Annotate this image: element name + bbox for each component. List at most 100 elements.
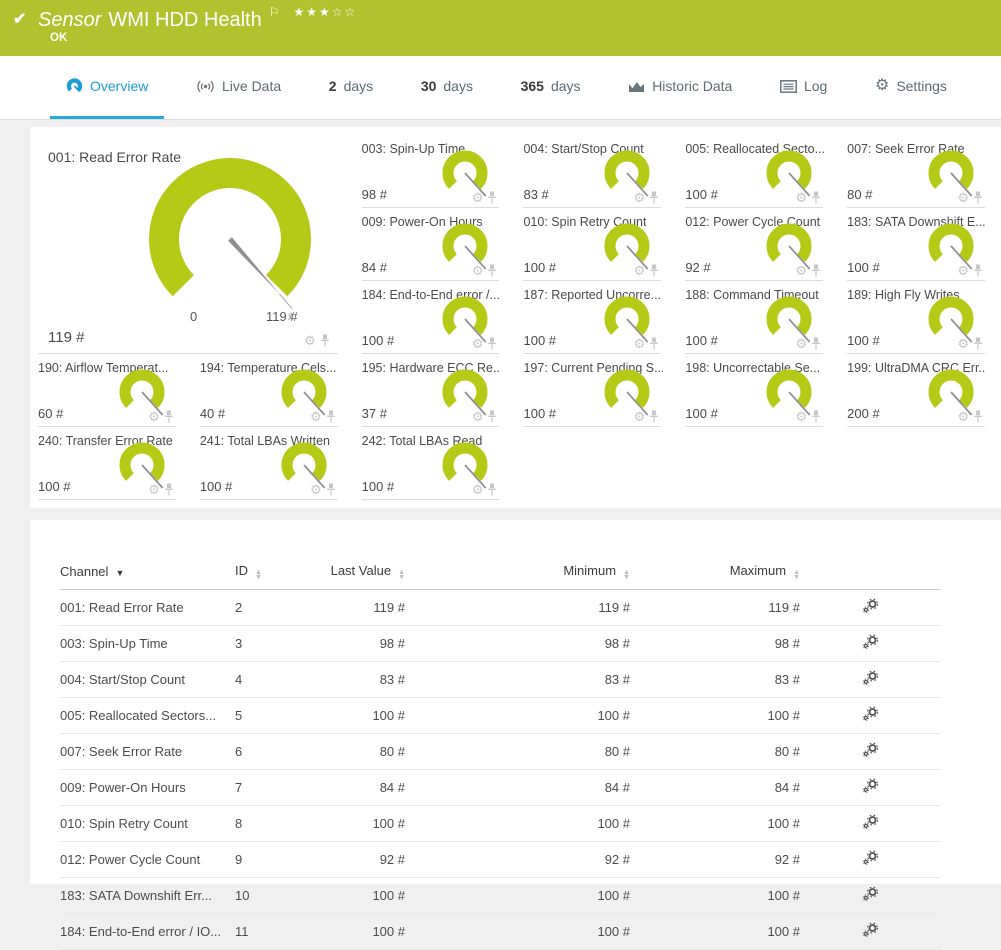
cell-id: 9 <box>235 842 300 878</box>
gear-icon[interactable]: ⚙ <box>957 191 969 204</box>
gauge-scale-max: 119 # <box>266 309 298 324</box>
cell-actions <box>800 734 941 770</box>
column-header-minimum[interactable]: Minimum▲▼ <box>405 558 630 590</box>
gauge-cell-primary: 001: Read Error Rate x̄ 0 119 # 119 # ⚙ <box>38 135 338 354</box>
cell-actions <box>800 698 941 734</box>
gauge-value: 60 # <box>38 406 63 421</box>
column-label: Minimum <box>563 563 616 578</box>
gauge-cell: 183: SATA Downshift E...100 #⚙ <box>847 208 985 281</box>
gear-icon[interactable]: ⚙ <box>310 410 322 423</box>
gear-icon[interactable]: ⚙ <box>310 483 322 496</box>
sensor-title-line: SensorWMI HDD Health⚐★★★☆☆ <box>38 5 357 32</box>
pin-icon[interactable] <box>164 410 174 423</box>
pin-icon[interactable] <box>811 264 821 277</box>
tab-label: Log <box>804 78 827 94</box>
gear-icon[interactable]: ⚙ <box>796 264 808 277</box>
column-header-id[interactable]: ID▲▼ <box>235 558 300 590</box>
tab-log[interactable]: Log <box>764 56 843 119</box>
pin-icon[interactable] <box>320 334 330 347</box>
pin-icon[interactable] <box>649 337 659 350</box>
gear-icon[interactable]: ⚙ <box>634 337 646 350</box>
pin-icon[interactable] <box>811 410 821 423</box>
gear-icon[interactable]: ⚙ <box>957 337 969 350</box>
gear-icon[interactable]: ⚙ <box>796 191 808 204</box>
tab-overview[interactable]: Overview <box>50 56 164 119</box>
gear-icon[interactable]: ⚙ <box>472 191 484 204</box>
tab-historic-data[interactable]: Historic Data <box>612 56 748 119</box>
pin-icon[interactable] <box>326 410 336 423</box>
sort-desc-icon: ▼ <box>115 568 124 578</box>
channel-settings-icon[interactable] <box>862 850 879 869</box>
channel-settings-icon[interactable] <box>862 922 879 941</box>
pin-icon[interactable] <box>487 483 497 496</box>
cell-maximum: 83 # <box>630 662 800 698</box>
pin-icon[interactable] <box>649 410 659 423</box>
cell-maximum: 80 # <box>630 734 800 770</box>
pin-icon[interactable] <box>973 337 983 350</box>
flag-icon[interactable]: ⚐ <box>269 5 280 19</box>
channel-settings-icon[interactable] <box>862 598 879 617</box>
cell-id: 4 <box>235 662 300 698</box>
gear-icon[interactable]: ⚙ <box>472 337 484 350</box>
channel-settings-icon[interactable] <box>862 742 879 761</box>
channel-settings-icon[interactable] <box>862 778 879 797</box>
gauge-cell-actions: ⚙ <box>148 483 174 496</box>
gauge-value: 100 # <box>847 260 880 275</box>
pin-icon[interactable] <box>487 410 497 423</box>
pin-icon[interactable] <box>487 191 497 204</box>
pin-icon[interactable] <box>649 191 659 204</box>
column-label: Last Value <box>331 563 391 578</box>
gauge-cell-actions: ⚙ <box>310 483 336 496</box>
channel-settings-icon[interactable] <box>862 886 879 905</box>
gear-icon[interactable]: ⚙ <box>304 334 316 347</box>
pin-icon[interactable] <box>164 483 174 496</box>
table-row: 183: SATA Downshift Err...10100 #100 #10… <box>60 878 941 914</box>
pin-icon[interactable] <box>973 264 983 277</box>
gauge-value: 100 # <box>362 333 395 348</box>
gear-icon[interactable]: ⚙ <box>796 410 808 423</box>
gear-icon[interactable]: ⚙ <box>148 410 160 423</box>
tab-label: days <box>551 78 581 94</box>
pin-icon[interactable] <box>487 264 497 277</box>
cell-last-value: 80 # <box>300 734 405 770</box>
gear-icon[interactable]: ⚙ <box>472 410 484 423</box>
cell-id: 8 <box>235 806 300 842</box>
gear-icon[interactable]: ⚙ <box>472 264 484 277</box>
gear-icon[interactable]: ⚙ <box>957 410 969 423</box>
pin-icon[interactable] <box>326 483 336 496</box>
tab-number: 30 <box>421 78 437 94</box>
gear-icon[interactable]: ⚙ <box>148 483 160 496</box>
gear-icon[interactable]: ⚙ <box>957 264 969 277</box>
column-header-maximum[interactable]: Maximum▲▼ <box>630 558 800 590</box>
tab-30-days[interactable]: 30days <box>405 56 489 119</box>
column-header-channel[interactable]: Channel▼ <box>60 558 235 590</box>
tab-2-days[interactable]: 2days <box>313 56 389 119</box>
gear-icon[interactable]: ⚙ <box>796 337 808 350</box>
gauge-value: 100 # <box>685 187 718 202</box>
tab-365-days[interactable]: 365days <box>505 56 597 119</box>
channel-settings-icon[interactable] <box>862 634 879 653</box>
tab-label: Historic Data <box>652 78 732 94</box>
priority-stars[interactable]: ★★★☆☆ <box>294 5 358 19</box>
gear-icon[interactable]: ⚙ <box>634 191 646 204</box>
gear-icon[interactable]: ⚙ <box>472 483 484 496</box>
cell-maximum: 100 # <box>630 878 800 914</box>
cell-channel: 007: Seek Error Rate <box>60 734 235 770</box>
gear-icon[interactable]: ⚙ <box>634 264 646 277</box>
tab-settings[interactable]: ⚙Settings <box>859 56 963 119</box>
pin-icon[interactable] <box>973 191 983 204</box>
sort-icon: ▲▼ <box>398 570 405 580</box>
channel-settings-icon[interactable] <box>862 706 879 725</box>
pin-icon[interactable] <box>973 410 983 423</box>
pin-icon[interactable] <box>811 191 821 204</box>
gauge-value: 100 # <box>523 260 556 275</box>
column-header-last-value[interactable]: Last Value ▲▼ <box>300 558 405 590</box>
channel-settings-icon[interactable] <box>862 814 879 833</box>
gear-icon[interactable]: ⚙ <box>634 410 646 423</box>
pin-icon[interactable] <box>649 264 659 277</box>
pin-icon[interactable] <box>487 337 497 350</box>
tab-live-data[interactable]: Live Data <box>180 56 297 119</box>
pin-icon[interactable] <box>811 337 821 350</box>
cell-maximum: 100 # <box>630 914 800 950</box>
channel-settings-icon[interactable] <box>862 670 879 689</box>
